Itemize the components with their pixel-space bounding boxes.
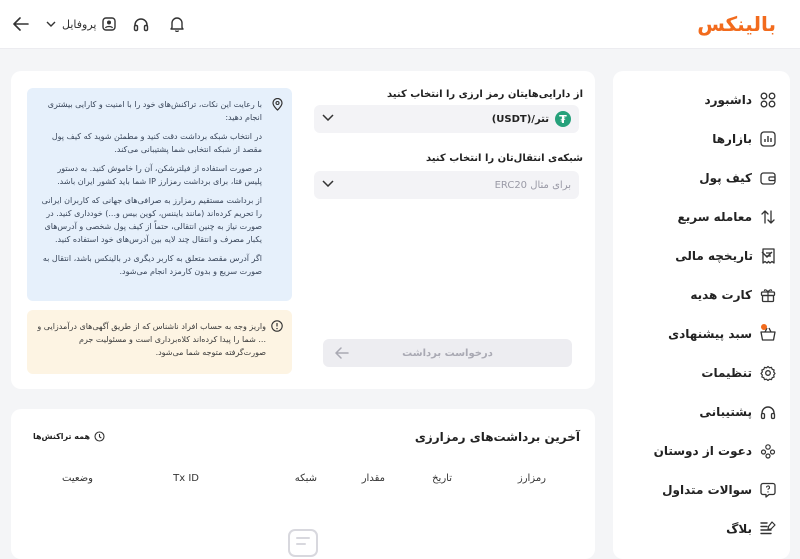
network-field-label: شبکه‌ی انتقال‌تان را انتخاب کنید — [425, 153, 583, 164]
empty-state-icon — [288, 529, 318, 557]
sidebar-item-invite-friends[interactable]: دعوت از دوستان — [613, 436, 790, 466]
question-icon — [760, 482, 776, 498]
sidebar-item-suggested-basket[interactable]: سبد پیشنهادی — [613, 319, 790, 349]
brand-name: بالینکس — [697, 12, 776, 36]
chevron-down-icon — [46, 21, 56, 27]
headset-icon[interactable] — [130, 13, 152, 35]
sidebar-item-settings[interactable]: تنظیمات — [613, 358, 790, 388]
sidebar-item-dashboard[interactable]: داشبورد — [613, 85, 790, 115]
withdraw-request-label: درخواست برداشت — [402, 347, 493, 359]
swap-arrows-icon — [761, 210, 775, 224]
user-icon — [102, 17, 117, 31]
location-pin-icon — [272, 98, 283, 111]
sidebar-item-gift-card[interactable]: کارت هدیه — [613, 280, 790, 310]
header-actions: پروفایل — [10, 12, 188, 36]
fraud-warning-text: واریز وجه به حساب افراد ناشناس که از طری… — [37, 322, 266, 357]
history-title: آخرین برداشت‌های رمزارزی — [414, 430, 580, 444]
col-header-txid: Tx ID — [173, 473, 199, 484]
tip-internal-transfer: اگر آدرس مقصد متعلق به کاربر دیگری در با… — [42, 254, 262, 276]
blog-icon — [760, 521, 776, 535]
asset-select[interactable]: ₮ تتر/(USDT) — [314, 105, 579, 133]
users-icon — [760, 444, 776, 459]
top-header: بالینکس پروفایل — [0, 0, 800, 49]
col-header-crypto: رمزارز — [517, 473, 546, 484]
warning-icon — [271, 320, 283, 332]
grid-icon — [760, 92, 776, 108]
chevron-down-icon — [322, 180, 334, 187]
col-header-network: شبکه — [294, 473, 317, 484]
new-badge — [761, 324, 767, 330]
profile-menu[interactable]: پروفایل — [46, 17, 117, 31]
gift-icon — [760, 289, 776, 303]
sidebar-item-quick-trade[interactable]: معامله سریع — [613, 202, 790, 232]
chart-icon — [760, 131, 776, 147]
col-header-amount: مقدار — [361, 473, 385, 484]
fraud-warning-box: واریز وجه به حساب افراد ناشناس که از طری… — [27, 310, 292, 374]
sidebar-item-support[interactable]: پشتیبانی — [613, 397, 790, 427]
tether-icon: ₮ — [555, 111, 571, 127]
tip-network: در انتخاب شبکه برداشت دقت کنید و مطمئن ش… — [51, 132, 262, 154]
chevron-down-icon — [322, 114, 334, 121]
sidebar-item-markets[interactable]: بازارها — [613, 124, 790, 154]
arrow-left-icon — [335, 347, 349, 359]
sidebar-item-financial-history[interactable]: تاریخچه مالی — [613, 241, 790, 271]
profile-label: پروفایل — [62, 17, 97, 31]
brand-logo[interactable]: بالینکس — [697, 12, 776, 36]
sidebar-item-faq[interactable]: سوالات متداول — [613, 475, 790, 505]
tip-vpn: در صورت استفاده از فیلترشکن، آن را خاموش… — [57, 164, 262, 186]
withdraw-tips-box: با رعایت این نکات، تراکنش‌های خود را با … — [27, 88, 292, 301]
col-header-status: وضعیت — [62, 473, 93, 484]
bell-icon[interactable] — [166, 13, 188, 35]
network-select-placeholder: برای مثال ERC20 — [494, 179, 571, 191]
back-arrow-icon[interactable] — [10, 13, 32, 35]
asset-select-value: تتر/(USDT) — [491, 113, 549, 125]
asset-field-label: از دارایی‌هایتان رمز ارزی را انتخاب کنید — [387, 89, 583, 100]
withdraw-request-button[interactable]: درخواست برداشت — [323, 339, 572, 367]
sidebar: داشبورد بازارها کیف پول معامله سریع تاری… — [613, 71, 790, 559]
chevron-down-icon — [761, 251, 773, 258]
all-transactions-link[interactable]: همه تراکنش‌ها — [33, 431, 105, 442]
col-header-date: تاریخ — [432, 473, 452, 484]
tip-intro: با رعایت این نکات، تراکنش‌های خود را با … — [47, 100, 262, 122]
sidebar-item-wallet[interactable]: کیف پول — [613, 163, 790, 193]
history-icon — [94, 431, 105, 442]
wallet-icon — [760, 171, 776, 185]
tip-sanctioned-exchanges: از برداشت مستقیم رمزارز به صرافی‌های جها… — [41, 196, 262, 244]
headset-icon — [760, 405, 776, 419]
network-select[interactable]: برای مثال ERC20 — [314, 171, 579, 199]
gear-icon — [760, 365, 776, 381]
sidebar-item-blog[interactable]: بلاگ — [613, 514, 790, 544]
